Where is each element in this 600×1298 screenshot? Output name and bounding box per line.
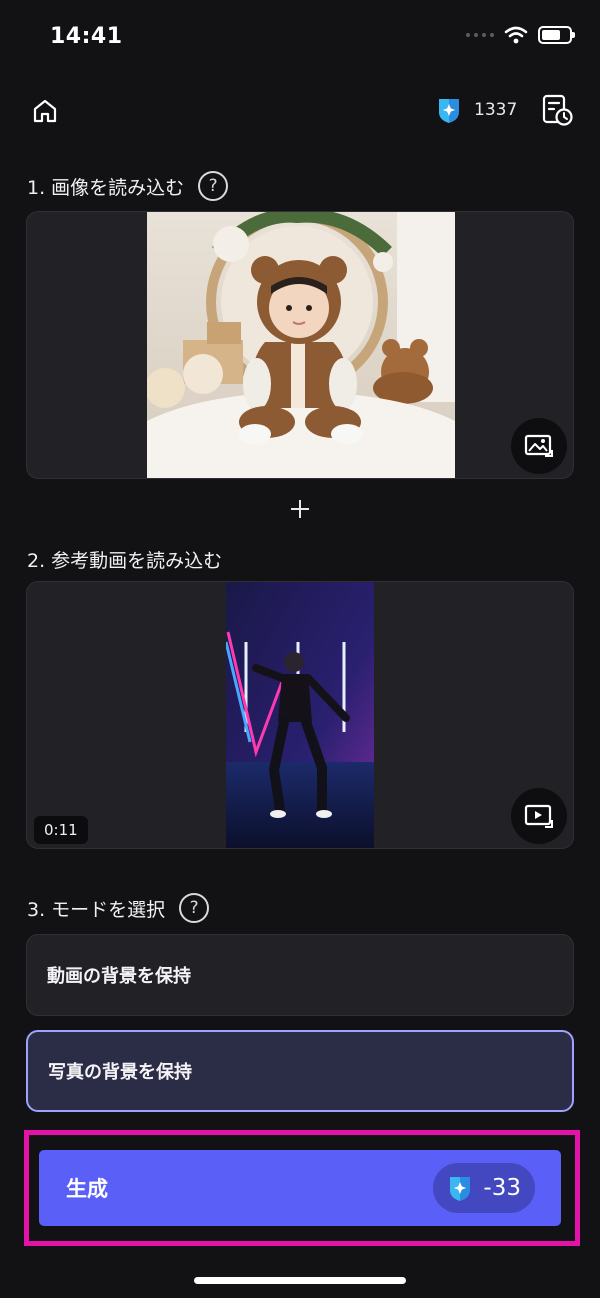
mode-keep-photo-background[interactable]: 写真の背景を保持 — [26, 1030, 574, 1112]
uploaded-photo — [147, 212, 455, 478]
mode-help-icon[interactable]: ? — [179, 893, 210, 923]
wifi-icon — [504, 26, 528, 44]
plus-icon — [291, 500, 309, 518]
replace-video-button[interactable] — [511, 788, 567, 844]
home-indicator[interactable] — [194, 1277, 406, 1284]
credit-badge-icon — [450, 1177, 471, 1201]
image-upload-card[interactable] — [26, 211, 574, 479]
mode-option-label: 動画の背景を保持 — [47, 966, 191, 987]
credits-value: 1337 — [474, 100, 518, 120]
mode-section-title: 3. モードを選択 — [27, 898, 166, 921]
video-section-title: 2. 参考動画を読み込む — [27, 550, 223, 572]
video-swap-icon — [524, 804, 553, 828]
generate-label: 生成 — [66, 1177, 108, 1201]
generate-button[interactable]: 生成 -33 — [39, 1150, 561, 1226]
image-swap-icon — [524, 434, 553, 457]
image-help-icon[interactable]: ? — [198, 171, 229, 201]
generate-cost-value: -33 — [483, 1175, 521, 1201]
credit-badge-icon — [439, 99, 459, 123]
mode-section-label: 3. モードを選択 ? — [27, 893, 210, 923]
home-button[interactable] — [28, 94, 62, 128]
home-icon — [33, 99, 57, 123]
generate-cost: -33 — [433, 1163, 535, 1213]
history-icon — [542, 94, 573, 126]
video-duration: 0:11 — [34, 816, 88, 844]
mode-option-label: 写真の背景を保持 — [48, 1062, 192, 1083]
mode-keep-video-background[interactable]: 動画の背景を保持 — [26, 934, 574, 1016]
signal-icon — [466, 33, 494, 37]
reference-video-thumbnail — [226, 582, 374, 848]
replace-image-button[interactable] — [511, 418, 567, 474]
battery-icon — [538, 26, 575, 44]
history-button[interactable] — [540, 93, 574, 127]
video-upload-card[interactable]: 0:11 — [26, 581, 574, 849]
credits-balance[interactable]: 1337 — [436, 96, 517, 124]
status-icons — [466, 26, 575, 44]
image-section-label: 1. 画像を読み込む ? — [27, 171, 229, 201]
image-section-title: 1. 画像を読み込む — [27, 176, 185, 199]
status-time: 14:41 — [50, 24, 123, 49]
screen: 14:41 1337 1. 画像を読み込む ? 2. 参考動画を読み込む 0:1… — [0, 0, 600, 1298]
video-section-label: 2. 参考動画を読み込む — [27, 546, 222, 573]
